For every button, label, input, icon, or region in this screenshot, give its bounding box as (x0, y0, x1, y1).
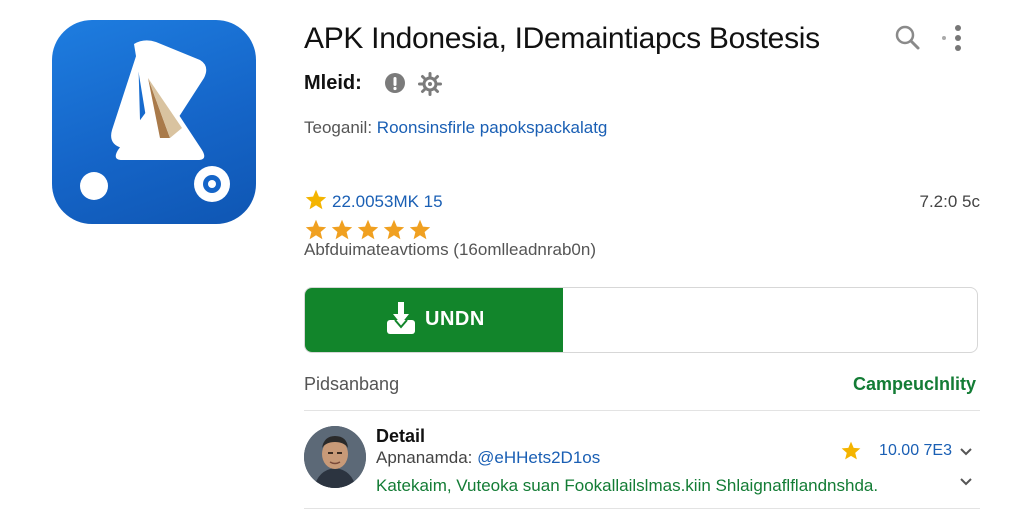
review-item[interactable]: Detail Apnanamda: @eHHets2D1os 10.00 7E3… (304, 424, 980, 504)
rating-value: 22.0053MK 15 (332, 192, 443, 211)
header: APK Indonesia, IDemaintiapcs Bostesis (304, 18, 984, 60)
star-icon (383, 219, 405, 240)
info-icon[interactable] (384, 72, 406, 94)
tag-label: Teoganil: (304, 118, 373, 137)
star-icon (304, 188, 328, 212)
review-author: Apnanamda: @eHHets2D1os (376, 448, 600, 468)
review-text: Katekaim, Vuteoka suan Fookallailslmas.k… (376, 476, 879, 495)
divider (304, 508, 980, 509)
tag-link[interactable]: Roonsinsfirle papokspackalatg (377, 118, 608, 137)
section-link[interactable]: Campeuclnlity (853, 374, 976, 395)
app-title: APK Indonesia, IDemaintiapcs Bostesis (304, 22, 820, 55)
reviews-count: Abfduimateavtioms (16omlleadnrab0n) (304, 240, 596, 259)
section-row: Pidsanbang Campeuclnlity (304, 370, 980, 400)
star-icon (331, 219, 353, 240)
meta-label: Mleid: (304, 72, 362, 94)
download-icon (385, 302, 417, 336)
star-icon (409, 219, 431, 240)
search-icon[interactable] (892, 22, 924, 54)
settings-icon[interactable] (418, 72, 442, 96)
review-title: Detail (376, 426, 426, 446)
install-bar: UNDN (304, 287, 978, 353)
star-rating (304, 218, 444, 242)
install-button[interactable]: UNDN (305, 288, 563, 352)
divider (304, 410, 980, 411)
app-logo-icon (52, 20, 256, 224)
star-icon (305, 219, 327, 240)
more-options-icon[interactable] (936, 22, 968, 54)
tag-row: Teoganil: Roonsinsfirle papokspackalatg (304, 118, 607, 138)
avatar (304, 426, 366, 488)
star-icon (357, 219, 379, 240)
review-rating: 10.00 7E3 (879, 442, 952, 459)
review-author-handle[interactable]: @eHHets2D1os (477, 448, 600, 467)
chevron-down-icon[interactable] (958, 444, 974, 460)
version-label: 7.2:0 5c (919, 192, 981, 211)
section-title: Pidsanbang (304, 374, 400, 394)
star-icon (840, 440, 862, 462)
chevron-down-icon[interactable] (958, 474, 974, 490)
review-author-label: Apnanamda: (376, 448, 473, 467)
rating-row: 22.0053MK 15 7.2:0 5c (304, 188, 980, 218)
install-label: UNDN (425, 308, 485, 330)
